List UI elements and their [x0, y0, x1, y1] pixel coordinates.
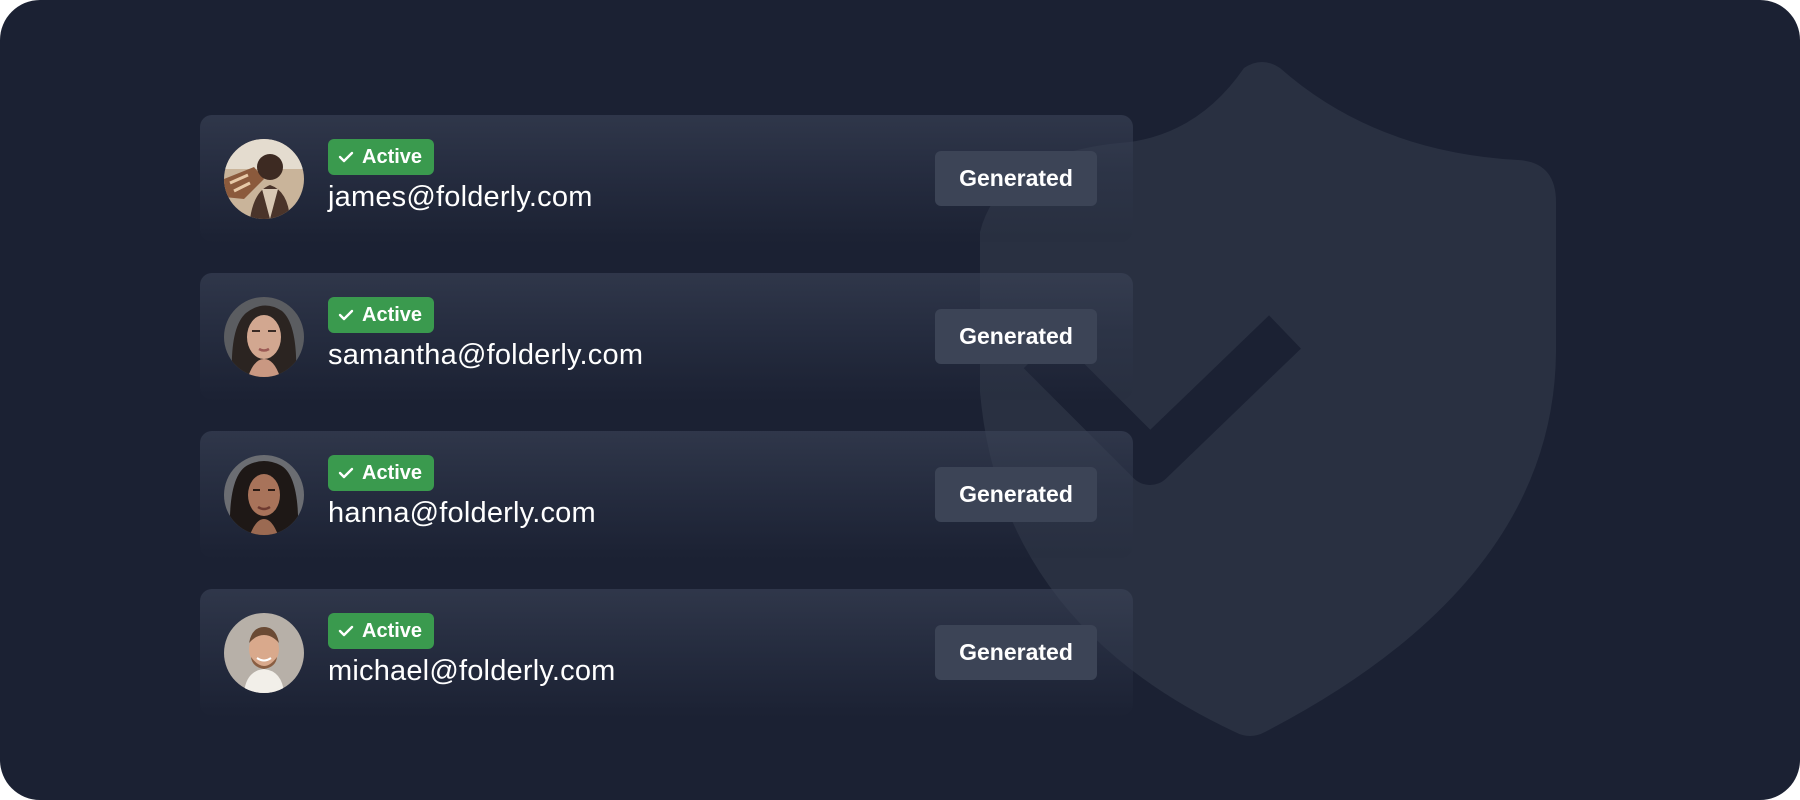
generated-button[interactable]: Generated: [935, 151, 1097, 206]
user-row-hanna: Active hanna@folderly.com Generated: [200, 431, 1133, 558]
avatar: [224, 297, 304, 377]
checkmark-icon: [338, 467, 354, 479]
checkmark-icon: [338, 625, 354, 637]
status-label: Active: [362, 303, 423, 326]
checkmark-icon: [338, 309, 354, 321]
status-label: Active: [362, 145, 423, 168]
user-row-james: Active james@folderly.com Generated: [200, 115, 1133, 242]
user-row-samantha: Active samantha@folderly.com Generated: [200, 273, 1133, 400]
user-list: Active james@folderly.com Generated Acti…: [200, 115, 1133, 747]
status-badge: Active: [328, 455, 435, 491]
user-email: hanna@folderly.com: [328, 497, 596, 529]
user-email: james@folderly.com: [328, 181, 593, 213]
user-row-michael: Active michael@folderly.com Generated: [200, 589, 1133, 716]
generated-button[interactable]: Generated: [935, 309, 1097, 364]
generated-button[interactable]: Generated: [935, 625, 1097, 680]
avatar: [224, 139, 304, 219]
avatar: [224, 455, 304, 535]
checkmark-icon: [338, 151, 354, 163]
generated-button[interactable]: Generated: [935, 467, 1097, 522]
status-badge: Active: [328, 139, 435, 175]
status-badge: Active: [328, 613, 435, 649]
user-email: samantha@folderly.com: [328, 339, 644, 371]
status-label: Active: [362, 461, 423, 484]
user-email: michael@folderly.com: [328, 655, 616, 687]
avatar: [224, 613, 304, 693]
status-badge: Active: [328, 297, 435, 333]
main-panel: Active james@folderly.com Generated Acti…: [0, 0, 1800, 800]
status-label: Active: [362, 619, 423, 642]
